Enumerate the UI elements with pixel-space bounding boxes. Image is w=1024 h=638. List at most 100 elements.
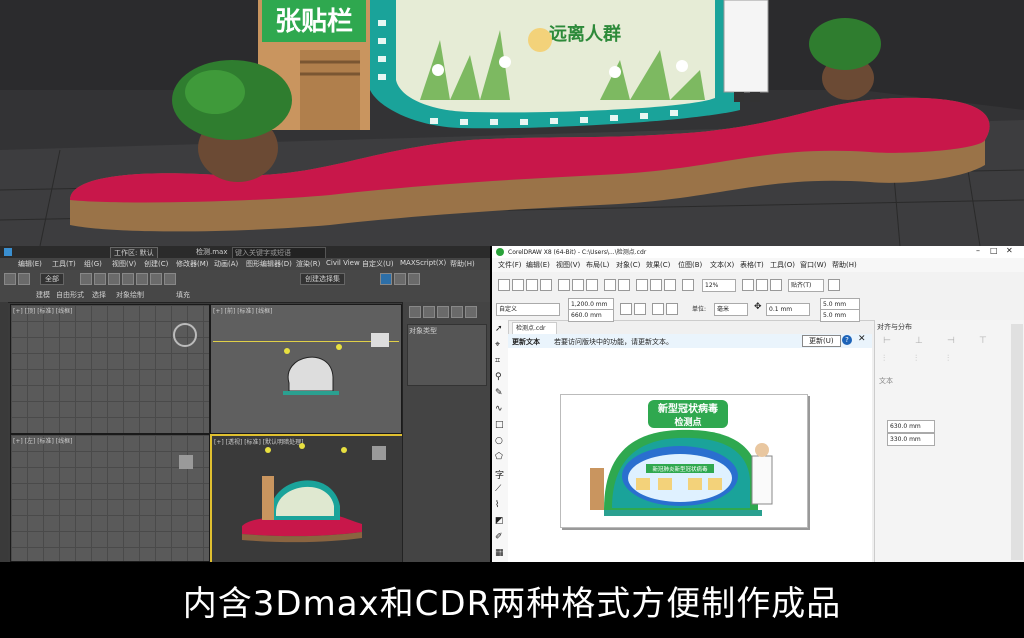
viewport-perspective[interactable]: [+] [透视] [标准] [默认明暗处理] xyxy=(210,434,404,562)
cdr-menu-view[interactable]: 视图(V) xyxy=(556,260,580,270)
max-menu-tools[interactable]: 工具(T) xyxy=(52,259,76,269)
hierarchy-panel-icon[interactable] xyxy=(437,306,449,318)
ribbon-tab-freeform[interactable]: 自由形式 xyxy=(56,290,84,300)
text-tool-icon[interactable]: 字 xyxy=(495,468,504,481)
move-icon[interactable] xyxy=(94,273,106,285)
ribbon-tab-modeling[interactable]: 建模 xyxy=(36,290,50,300)
align-icon[interactable] xyxy=(164,273,176,285)
select-icon[interactable] xyxy=(80,273,92,285)
ribbon-tab-object-paint[interactable]: 对象绘制 xyxy=(116,290,144,300)
selection-set-dropdown[interactable]: 创建选择集 xyxy=(300,273,345,285)
cdr-menu-layout[interactable]: 布局(L) xyxy=(586,260,609,270)
max-menu-animation[interactable]: 动画(A) xyxy=(214,259,238,269)
left-viewcube-icon[interactable] xyxy=(179,455,193,469)
snap-to-dropdown[interactable]: 贴齐(T) xyxy=(788,279,824,292)
rectangle-tool-icon[interactable]: □ xyxy=(495,420,504,430)
max-menu-maxscript[interactable]: MAXScript(X) xyxy=(400,259,446,267)
undo-icon[interactable] xyxy=(4,273,16,285)
full-screen-icon[interactable] xyxy=(742,279,754,291)
max-menu-edit[interactable]: 编辑(E) xyxy=(18,259,42,269)
display-panel-icon[interactable] xyxy=(465,306,477,318)
modify-panel-icon[interactable] xyxy=(423,306,435,318)
page-preset-dropdown[interactable]: 自定义 xyxy=(496,303,560,316)
drawing-canvas[interactable]: 新型冠状病毒 检测点 新冠肺炎新型冠状病毒 xyxy=(508,348,872,562)
cdr-menu-file[interactable]: 文件(F) xyxy=(498,260,522,270)
zoom-level-dropdown[interactable]: 12% xyxy=(702,279,736,292)
rulers-icon[interactable] xyxy=(756,279,768,291)
align-right-icon[interactable]: ⊣ xyxy=(947,336,955,346)
print-icon[interactable] xyxy=(540,279,552,291)
docker-side-tabs[interactable] xyxy=(1011,324,1023,560)
document-tab[interactable]: 检测点.cdr xyxy=(512,322,557,334)
mirror-icon[interactable] xyxy=(150,273,162,285)
banner-close-icon[interactable]: ✕ xyxy=(858,334,866,344)
cdr-menu-tools[interactable]: 工具(O) xyxy=(770,260,795,270)
all-pages-icon[interactable] xyxy=(652,303,664,315)
help-icon[interactable]: ? xyxy=(842,335,852,345)
max-menu-help[interactable]: 帮助(H) xyxy=(450,259,475,269)
snap-icon[interactable] xyxy=(136,273,148,285)
ribbon-tab-selection[interactable]: 选择 xyxy=(92,290,106,300)
max-menu-modifiers[interactable]: 修改器(M) xyxy=(176,259,209,269)
cdr-menu-help[interactable]: 帮助(H) xyxy=(832,260,857,270)
align-top-icon[interactable]: ⊤ xyxy=(979,336,987,346)
polygon-tool-icon[interactable]: ⬠ xyxy=(495,452,503,462)
fill-tool-icon[interactable]: ▦ xyxy=(495,548,504,558)
render-setup-icon[interactable] xyxy=(380,273,392,285)
eyedropper-icon[interactable]: ✐ xyxy=(495,532,503,542)
grid-icon[interactable] xyxy=(770,279,782,291)
render-frame-icon[interactable] xyxy=(394,273,406,285)
align-left-icon[interactable]: ⊢ xyxy=(883,336,891,346)
viewport-top[interactable]: [+] [顶] [标准] [线框] xyxy=(10,304,210,434)
scale-icon[interactable] xyxy=(122,273,134,285)
viewcube-icon[interactable] xyxy=(173,323,197,347)
drop-shadow-icon[interactable]: ◩ xyxy=(495,516,504,526)
create-panel-icon[interactable] xyxy=(409,306,421,318)
view-filter-dropdown[interactable]: 全部 xyxy=(40,273,64,285)
paste-icon[interactable] xyxy=(586,279,598,291)
search-icon[interactable] xyxy=(636,279,648,291)
export-icon[interactable] xyxy=(664,279,676,291)
cdr-menu-edit[interactable]: 编辑(E) xyxy=(526,260,550,270)
viewport-left[interactable]: [+] [左] [标准] [线框] xyxy=(10,434,210,562)
current-page-icon[interactable] xyxy=(666,303,678,315)
ribbon-tab-populate[interactable]: 填充 xyxy=(176,290,190,300)
publish-pdf-icon[interactable] xyxy=(682,279,694,291)
max-menu-graph-editors[interactable]: 图形编辑器(D) xyxy=(246,259,292,269)
render-icon[interactable] xyxy=(408,273,420,285)
crop-tool-icon[interactable]: ⌗ xyxy=(495,356,500,366)
open-icon[interactable] xyxy=(512,279,524,291)
redo-icon[interactable] xyxy=(18,273,30,285)
cdr-menu-bitmaps[interactable]: 位图(B) xyxy=(678,260,702,270)
portrait-icon[interactable] xyxy=(620,303,632,315)
save-icon[interactable] xyxy=(526,279,538,291)
page-height-field[interactable]: 660.0 mm xyxy=(568,309,614,322)
import-icon[interactable] xyxy=(650,279,662,291)
cut-icon[interactable] xyxy=(558,279,570,291)
cdr-menu-object[interactable]: 对象(C) xyxy=(616,260,640,270)
perspective-viewcube-icon[interactable] xyxy=(372,446,386,460)
new-document-icon[interactable] xyxy=(498,279,510,291)
undo-icon[interactable] xyxy=(604,279,616,291)
zoom-tool-icon[interactable]: ⚲ xyxy=(495,372,502,382)
minimize-icon[interactable]: – xyxy=(976,246,980,255)
motion-panel-icon[interactable] xyxy=(451,306,463,318)
cdr-menu-window[interactable]: 窗口(W) xyxy=(800,260,826,270)
redo-icon[interactable] xyxy=(618,279,630,291)
maximize-icon[interactable]: □ xyxy=(990,246,998,255)
max-menu-customize[interactable]: 自定义(U) xyxy=(362,259,394,269)
options-icon[interactable] xyxy=(828,279,840,291)
landscape-icon[interactable] xyxy=(634,303,646,315)
cdr-menu-table[interactable]: 表格(T) xyxy=(740,260,764,270)
copy-icon[interactable] xyxy=(572,279,584,291)
max-menu-group[interactable]: 组(G) xyxy=(84,259,102,269)
rotate-icon[interactable] xyxy=(108,273,120,285)
distribute-left-icon[interactable]: ⫶ xyxy=(883,354,885,364)
docker-y-field[interactable]: 330.0 mm xyxy=(887,433,935,446)
max-scene-explorer-strip[interactable] xyxy=(0,302,8,562)
duplicate-y-field[interactable]: 5.0 mm xyxy=(820,309,860,322)
docker-x-field[interactable]: 630.0 mm xyxy=(887,420,935,433)
max-menu-civil-view[interactable]: Civil View xyxy=(326,259,360,267)
nudge-distance-field[interactable]: 0.1 mm xyxy=(766,303,810,316)
shape-tool-icon[interactable]: ⌖ xyxy=(495,340,500,350)
